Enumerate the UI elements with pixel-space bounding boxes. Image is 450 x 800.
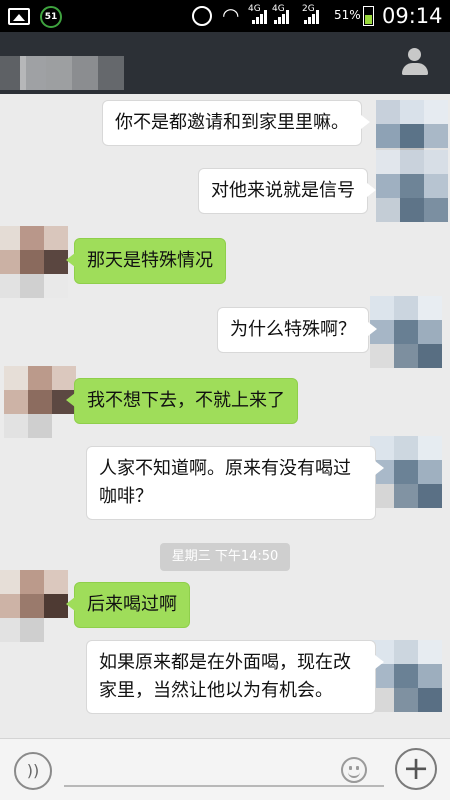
- chat-title-blurred[interactable]: [0, 42, 140, 90]
- avatar[interactable]: [376, 150, 448, 222]
- avatar[interactable]: [370, 296, 442, 368]
- input-bar: )) +: [0, 738, 450, 800]
- battery-percent: 51%: [334, 8, 361, 22]
- avatar[interactable]: [0, 570, 68, 642]
- person-icon[interactable]: [400, 48, 430, 78]
- message-text-line: 家里，当然让他以为有机会。: [99, 680, 333, 701]
- wifi-icon: ◠: [222, 3, 240, 27]
- message-bubble-sent[interactable]: 你不是都邀请和到家里里嘛。: [102, 100, 370, 146]
- message-text: 为什么特殊啊？: [230, 319, 356, 340]
- alarm-icon: [192, 6, 212, 26]
- message-input[interactable]: [64, 785, 384, 787]
- message-text-line: 咖啡？: [99, 486, 153, 507]
- message-text: 对他来说就是信号: [211, 180, 355, 201]
- message-text: 我不想下去，不就上来了: [87, 390, 285, 411]
- status-bar: 51 ◠ 4G 4G 2G 51% 09:14: [0, 0, 450, 32]
- message-bubble-received[interactable]: 后来喝过啊: [66, 582, 190, 628]
- avatar[interactable]: [0, 226, 68, 298]
- message-text: 你不是都邀请和到家里里嘛。: [115, 112, 349, 133]
- signal-icon: [304, 10, 322, 24]
- message-bubble-sent[interactable]: 对他来说就是信号: [198, 168, 376, 214]
- gallery-icon: [8, 8, 30, 25]
- message-text-line: 如果原来都是在外面喝，现在改: [99, 652, 351, 673]
- voice-icon[interactable]: )): [14, 752, 52, 790]
- avatar[interactable]: [370, 640, 442, 712]
- battery-icon: [363, 6, 374, 26]
- message-timestamp: 星期三 下午14:50: [160, 543, 290, 571]
- message-bubble-received[interactable]: 那天是特殊情况: [66, 238, 226, 284]
- message-bubble-sent[interactable]: 人家不知道啊。原来有没有喝过 咖啡？: [86, 446, 384, 520]
- chat-header: [0, 32, 450, 94]
- emoji-icon[interactable]: [341, 757, 367, 783]
- message-bubble-sent[interactable]: 如果原来都是在外面喝，现在改 家里，当然让他以为有机会。: [86, 640, 384, 714]
- signal-icon: [274, 10, 292, 24]
- message-bubble-received[interactable]: 我不想下去，不就上来了: [66, 378, 298, 424]
- add-button[interactable]: +: [395, 748, 437, 790]
- message-bubble-sent[interactable]: 为什么特殊啊？: [217, 307, 377, 353]
- signal-icon: [252, 10, 270, 24]
- message-text-line: 人家不知道啊。原来有没有喝过: [99, 458, 351, 479]
- app-notification-icon: 51: [40, 6, 62, 28]
- message-text: 那天是特殊情况: [87, 250, 213, 271]
- clock: 09:14: [382, 4, 443, 28]
- message-text: 后来喝过啊: [87, 594, 177, 615]
